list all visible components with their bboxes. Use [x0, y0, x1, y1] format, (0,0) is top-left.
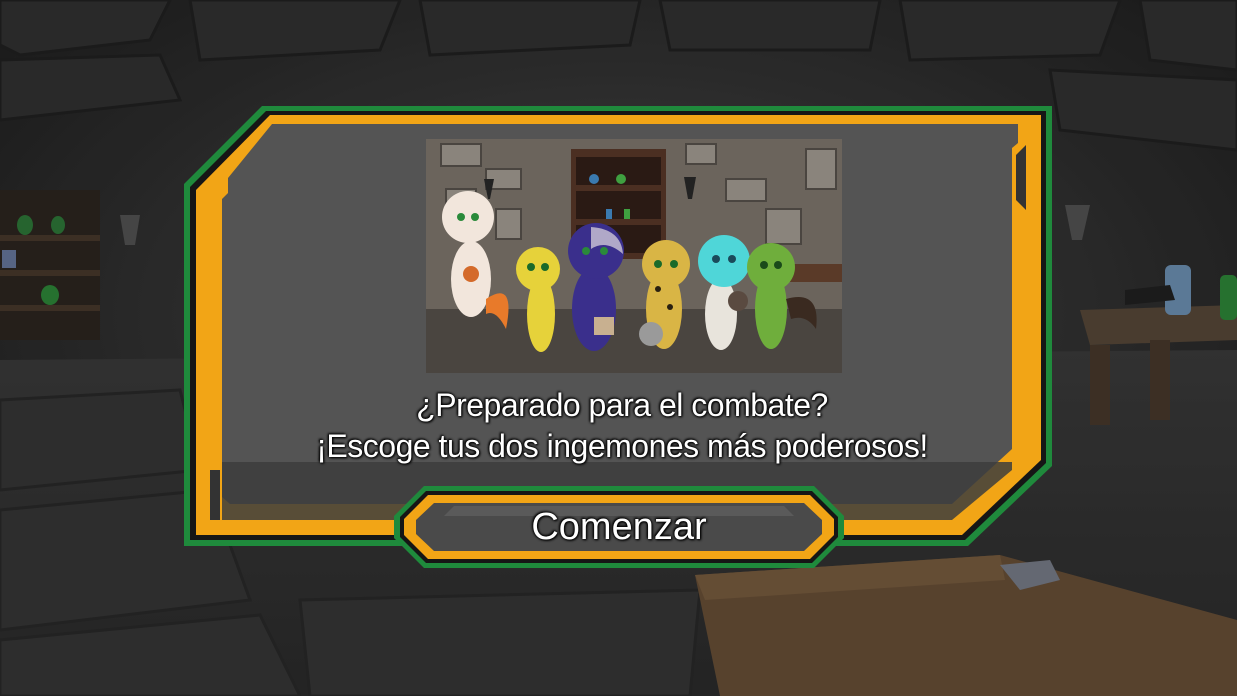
- dialog-instruction: ¡Escoge tus dos ingemones más poderosos!: [316, 428, 928, 464]
- start-button[interactable]: Comenzar: [394, 486, 844, 568]
- ingemones-preview-image: [426, 139, 842, 373]
- start-button-label: Comenzar: [531, 505, 707, 548]
- dialog-question: ¿Preparado para el combate?: [416, 387, 828, 423]
